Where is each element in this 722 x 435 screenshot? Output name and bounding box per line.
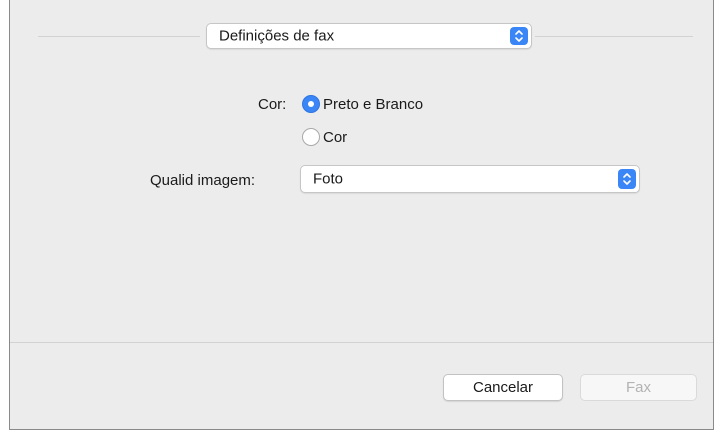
radio-black-white-indicator[interactable] — [302, 95, 320, 113]
radio-black-white-label: Preto e Branco — [323, 95, 424, 113]
panel-selector-popup[interactable]: Definições de fax — [206, 23, 532, 49]
image-quality-popup[interactable]: Foto — [300, 165, 640, 193]
image-quality-label: Qualid imagem: — [150, 172, 256, 189]
panel-selector-value: Definições de fax — [219, 27, 335, 45]
radio-color[interactable]: Cor — [302, 128, 347, 146]
bottom-separator — [10, 342, 713, 343]
cancel-button[interactable]: Cancelar — [443, 374, 563, 401]
top-separator-right — [535, 36, 693, 37]
print-dialog-panel: Definições de fax Cor: Preto e Branco Co… — [9, 0, 714, 430]
image-quality-value: Foto — [313, 170, 344, 188]
chevron-up-down-icon — [510, 27, 528, 45]
top-separator-left — [38, 36, 200, 37]
color-label: Cor: — [258, 96, 287, 113]
fax-button[interactable]: Fax — [580, 374, 697, 401]
chevron-up-down-icon — [618, 169, 636, 189]
radio-black-white[interactable]: Preto e Branco — [302, 95, 423, 113]
radio-color-indicator[interactable] — [302, 128, 320, 146]
radio-color-label: Cor — [323, 128, 348, 146]
